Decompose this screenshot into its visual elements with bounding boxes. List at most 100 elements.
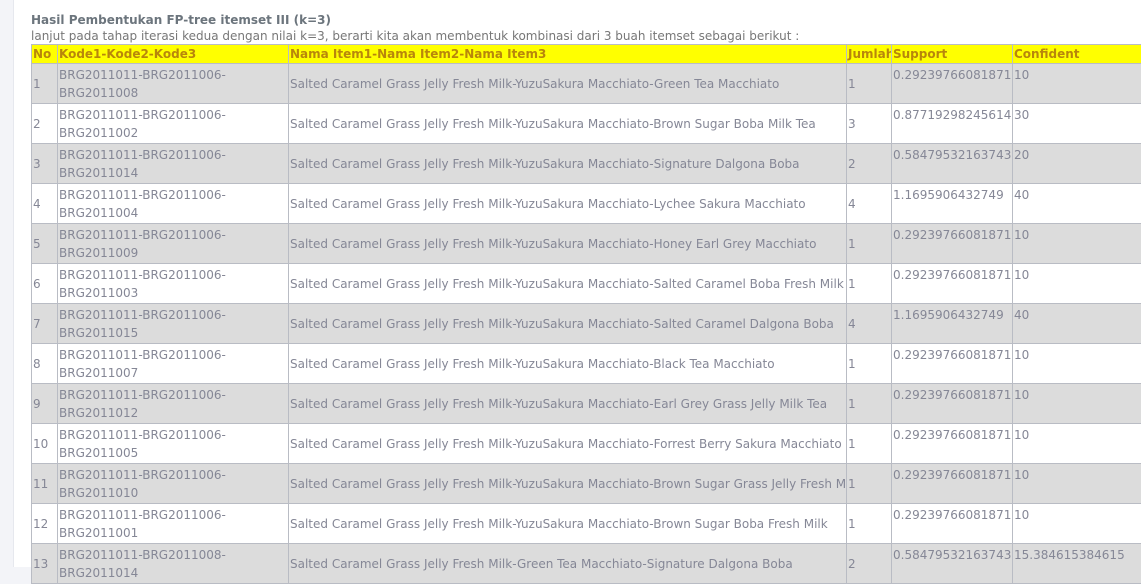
- cell-support: 0.29239766081871: [892, 224, 1013, 264]
- cell-nama-item: Salted Caramel Grass Jelly Fresh Milk-Yu…: [289, 264, 847, 304]
- cell-no: 3: [32, 144, 58, 184]
- cell-confident: 40: [1013, 304, 1141, 344]
- cell-jumlah: 2: [847, 544, 892, 584]
- cell-nama-item: Salted Caramel Grass Jelly Fresh Milk-Yu…: [289, 424, 847, 464]
- cell-support: 0.29239766081871: [892, 344, 1013, 384]
- table-row: 6BRG2011011-BRG2011006-BRG2011003Salted …: [32, 264, 1141, 304]
- cell-nama-item: Salted Caramel Grass Jelly Fresh Milk-Yu…: [289, 184, 847, 224]
- cell-jumlah: 1: [847, 264, 892, 304]
- cell-support: 0.29239766081871: [892, 64, 1013, 104]
- cell-kode: BRG2011011-BRG2011006-BRG2011007: [58, 344, 289, 384]
- cell-support: 1.1695906432749: [892, 304, 1013, 344]
- cell-confident: 10: [1013, 264, 1141, 304]
- table-row: 9BRG2011011-BRG2011006-BRG2011012Salted …: [32, 384, 1141, 424]
- cell-no: 5: [32, 224, 58, 264]
- cell-kode: BRG2011011-BRG2011006-BRG2011001: [58, 504, 289, 544]
- cell-jumlah: 1: [847, 344, 892, 384]
- cell-support: 0.29239766081871: [892, 464, 1013, 504]
- cell-no: 6: [32, 264, 58, 304]
- cell-nama-item: Salted Caramel Grass Jelly Fresh Milk-Yu…: [289, 304, 847, 344]
- header-jumlah: Jumlah: [847, 45, 892, 64]
- cell-jumlah: 4: [847, 184, 892, 224]
- cell-kode: BRG2011011-BRG2011006-BRG2011010: [58, 464, 289, 504]
- cell-nama-item: Salted Caramel Grass Jelly Fresh Milk-Yu…: [289, 464, 847, 504]
- header-nama-item: Nama Item1-Nama Item2-Nama Item3: [289, 45, 847, 64]
- cell-jumlah: 3: [847, 104, 892, 144]
- cell-confident: 40: [1013, 184, 1141, 224]
- cell-kode: BRG2011011-BRG2011006-BRG2011004: [58, 184, 289, 224]
- header-confident: Confident: [1013, 45, 1141, 64]
- table-row: 1BRG2011011-BRG2011006-BRG2011008Salted …: [32, 64, 1141, 104]
- cell-confident: 10: [1013, 64, 1141, 104]
- table-row: 12BRG2011011-BRG2011006-BRG2011001Salted…: [32, 504, 1141, 544]
- cell-jumlah: 4: [847, 304, 892, 344]
- table-row: 2BRG2011011-BRG2011006-BRG2011002Salted …: [32, 104, 1141, 144]
- table-body: 1BRG2011011-BRG2011006-BRG2011008Salted …: [32, 64, 1141, 584]
- cell-jumlah: 1: [847, 384, 892, 424]
- cell-support: 0.29239766081871: [892, 424, 1013, 464]
- cell-jumlah: 1: [847, 464, 892, 504]
- table-row: 4BRG2011011-BRG2011006-BRG2011004Salted …: [32, 184, 1141, 224]
- table-row: 13BRG2011011-BRG2011008-BRG2011014Salted…: [32, 544, 1141, 584]
- cell-confident: 10: [1013, 384, 1141, 424]
- header-row: No Kode1-Kode2-Kode3 Nama Item1-Nama Ite…: [32, 45, 1141, 64]
- cell-no: 1: [32, 64, 58, 104]
- cell-nama-item: Salted Caramel Grass Jelly Fresh Milk-Yu…: [289, 224, 847, 264]
- table-row: 11BRG2011011-BRG2011006-BRG2011010Salted…: [32, 464, 1141, 504]
- cell-kode: BRG2011011-BRG2011006-BRG2011009: [58, 224, 289, 264]
- cell-nama-item: Salted Caramel Grass Jelly Fresh Milk-Yu…: [289, 344, 847, 384]
- cell-kode: BRG2011011-BRG2011006-BRG2011002: [58, 104, 289, 144]
- cell-nama-item: Salted Caramel Grass Jelly Fresh Milk-Yu…: [289, 504, 847, 544]
- cell-nama-item: Salted Caramel Grass Jelly Fresh Milk-Yu…: [289, 104, 847, 144]
- cell-jumlah: 2: [847, 144, 892, 184]
- cell-support: 0.58479532163743: [892, 144, 1013, 184]
- cell-nama-item: Salted Caramel Grass Jelly Fresh Milk-Gr…: [289, 544, 847, 584]
- cell-confident: 30: [1013, 104, 1141, 144]
- cell-support: 0.87719298245614: [892, 104, 1013, 144]
- cell-confident: 10: [1013, 504, 1141, 544]
- cell-jumlah: 1: [847, 224, 892, 264]
- header-support: Support: [892, 45, 1013, 64]
- cell-confident: 20: [1013, 144, 1141, 184]
- table-row: 3BRG2011011-BRG2011006-BRG2011014Salted …: [32, 144, 1141, 184]
- cell-jumlah: 1: [847, 504, 892, 544]
- cell-kode: BRG2011011-BRG2011006-BRG2011012: [58, 384, 289, 424]
- cell-no: 10: [32, 424, 58, 464]
- cell-kode: BRG2011011-BRG2011008-BRG2011014: [58, 544, 289, 584]
- cell-support: 0.29239766081871: [892, 384, 1013, 424]
- header-no: No: [32, 45, 58, 64]
- cell-confident: 10: [1013, 224, 1141, 264]
- cell-kode: BRG2011011-BRG2011006-BRG2011014: [58, 144, 289, 184]
- cell-kode: BRG2011011-BRG2011006-BRG2011005: [58, 424, 289, 464]
- fp-tree-section: Hasil Pembentukan FP-tree itemset III (k…: [31, 9, 1141, 584]
- cell-support: 0.29239766081871: [892, 504, 1013, 544]
- cell-confident: 10: [1013, 464, 1141, 504]
- cell-no: 11: [32, 464, 58, 504]
- cell-kode: BRG2011011-BRG2011006-BRG2011003: [58, 264, 289, 304]
- cell-no: 12: [32, 504, 58, 544]
- cell-no: 8: [32, 344, 58, 384]
- cell-no: 4: [32, 184, 58, 224]
- cell-nama-item: Salted Caramel Grass Jelly Fresh Milk-Yu…: [289, 64, 847, 104]
- cell-support: 0.58479532163743: [892, 544, 1013, 584]
- table-row: 5BRG2011011-BRG2011006-BRG2011009Salted …: [32, 224, 1141, 264]
- table-header: No Kode1-Kode2-Kode3 Nama Item1-Nama Ite…: [32, 45, 1141, 64]
- table-row: 7BRG2011011-BRG2011006-BRG2011015Salted …: [32, 304, 1141, 344]
- table-row: 8BRG2011011-BRG2011006-BRG2011007Salted …: [32, 344, 1141, 384]
- cell-no: 7: [32, 304, 58, 344]
- content-card: Hasil Pembentukan FP-tree itemset III (k…: [13, 0, 1141, 567]
- cell-nama-item: Salted Caramel Grass Jelly Fresh Milk-Yu…: [289, 384, 847, 424]
- cell-support: 0.29239766081871: [892, 264, 1013, 304]
- header-kode: Kode1-Kode2-Kode3: [58, 45, 289, 64]
- cell-confident: 10: [1013, 344, 1141, 384]
- cell-confident: 10: [1013, 424, 1141, 464]
- cell-support: 1.1695906432749: [892, 184, 1013, 224]
- section-heading: Hasil Pembentukan FP-tree itemset III (k…: [31, 12, 1141, 28]
- itemset-table: No Kode1-Kode2-Kode3 Nama Item1-Nama Ite…: [31, 44, 1141, 584]
- cell-jumlah: 1: [847, 424, 892, 464]
- cell-kode: BRG2011011-BRG2011006-BRG2011008: [58, 64, 289, 104]
- table-row: 10BRG2011011-BRG2011006-BRG2011005Salted…: [32, 424, 1141, 464]
- cell-no: 9: [32, 384, 58, 424]
- cell-nama-item: Salted Caramel Grass Jelly Fresh Milk-Yu…: [289, 144, 847, 184]
- cell-jumlah: 1: [847, 64, 892, 104]
